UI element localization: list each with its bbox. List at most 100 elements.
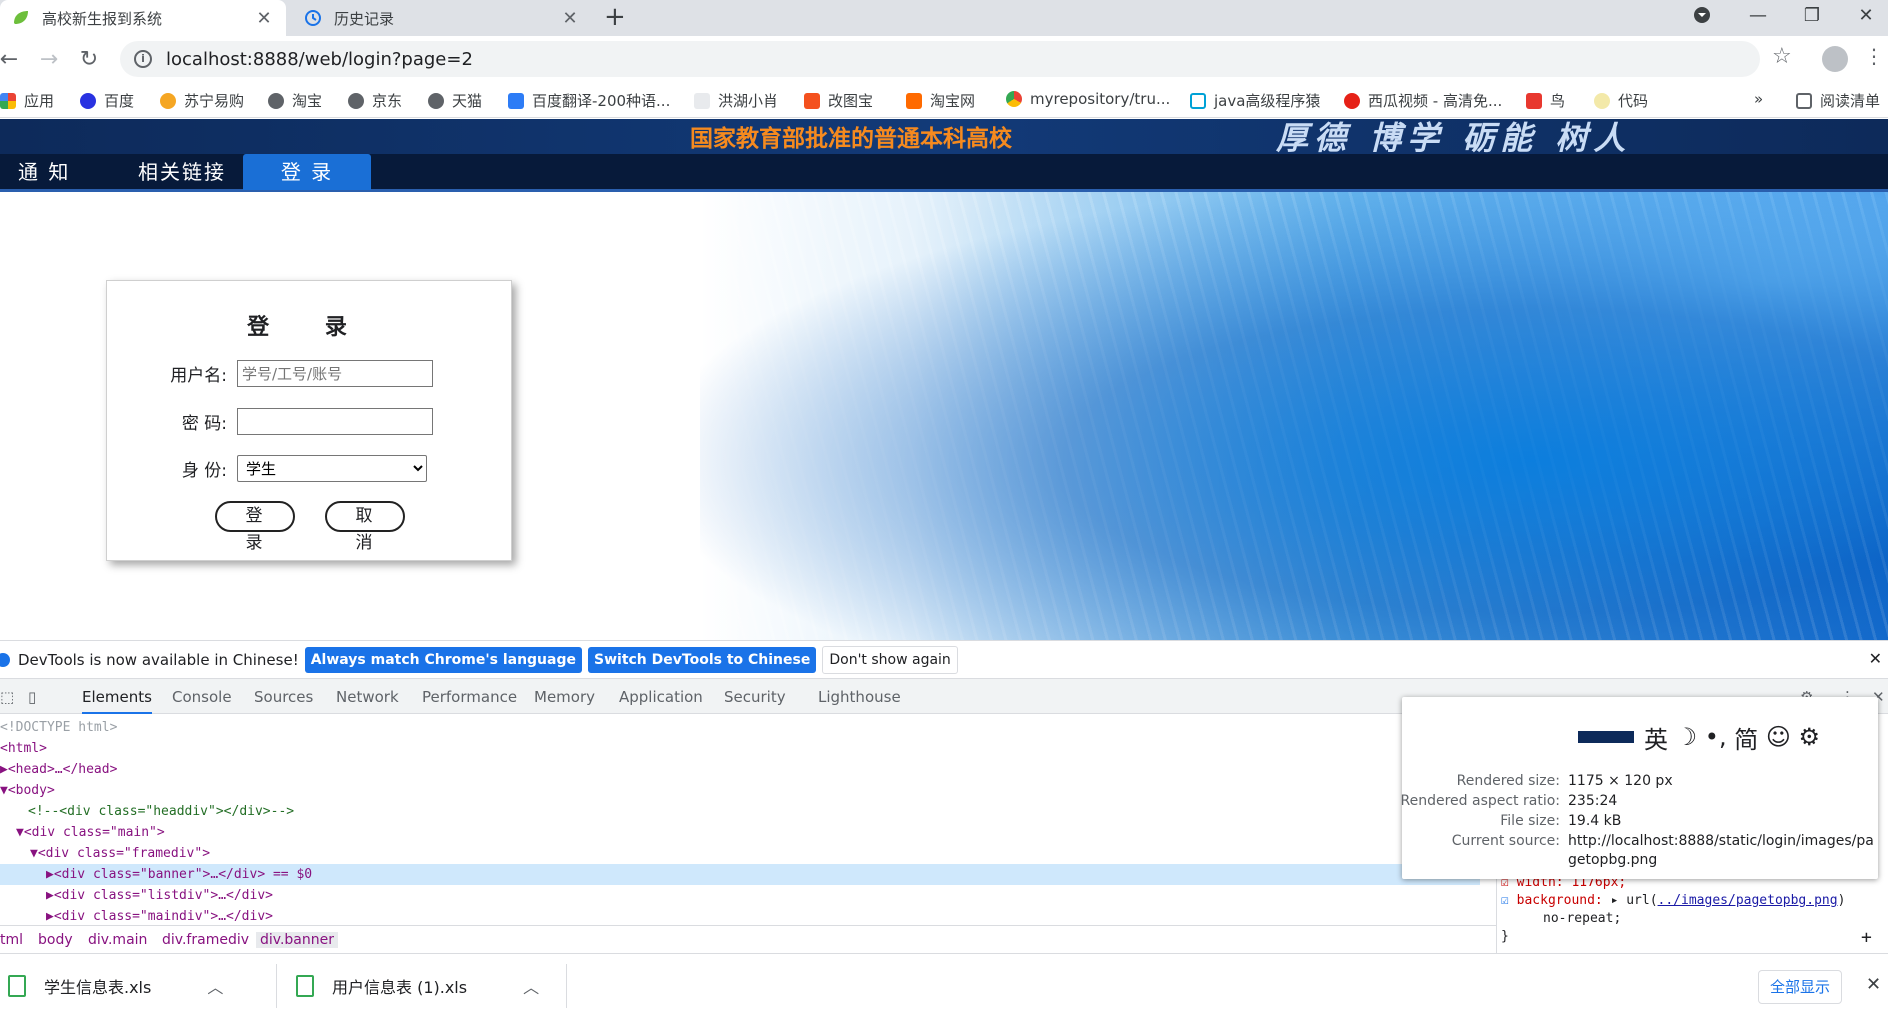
close-icon[interactable]: ✕: [1866, 974, 1881, 995]
inspect-icon[interactable]: ⬚: [0, 688, 14, 706]
source-label: Current source:: [1451, 833, 1560, 849]
login-button[interactable]: 登 录: [215, 501, 295, 553]
match-language-button[interactable]: Always match Chrome's language: [304, 646, 582, 673]
bookmark-item[interactable]: 淘宝: [268, 90, 322, 111]
username-input[interactable]: [237, 360, 433, 387]
dont-show-button[interactable]: Don't show again: [822, 645, 958, 674]
expand-triangle-icon[interactable]: ▶: [46, 867, 54, 882]
background-url-link[interactable]: ../images/pagetopbg.png: [1658, 893, 1838, 908]
profile-dropdown-icon[interactable]: [1680, 0, 1724, 30]
back-icon[interactable]: ←: [0, 44, 24, 74]
ime-english-icon[interactable]: 英: [1644, 720, 1668, 755]
expand-triangle-icon[interactable]: ▶: [46, 888, 54, 903]
window-close-icon[interactable]: ✕: [1844, 0, 1888, 30]
expand-triangle-icon[interactable]: ▶: [46, 909, 54, 924]
tab-security[interactable]: Security: [724, 688, 786, 706]
tab-memory[interactable]: Memory: [534, 688, 595, 706]
tab-network[interactable]: Network: [336, 688, 399, 706]
bookmark-star-icon[interactable]: ☆: [1772, 44, 1792, 69]
site-info-icon[interactable]: i: [134, 50, 152, 68]
download-item[interactable]: 学生信息表.xls ︿: [8, 954, 223, 1017]
cancel-button[interactable]: 取 消: [325, 501, 405, 553]
chevron-up-icon[interactable]: ︿: [207, 974, 223, 998]
nav-notice[interactable]: 通 知: [2, 154, 86, 190]
dom-node[interactable]: ▶<div class="listdiv">…</div>: [0, 885, 1480, 906]
avatar[interactable]: [1822, 46, 1848, 72]
nav-links[interactable]: 相关链接: [122, 154, 242, 190]
dom-node[interactable]: ▼<div class="main">: [0, 822, 1480, 843]
ime-simplified-icon[interactable]: 简: [1734, 720, 1758, 755]
tab-sources[interactable]: Sources: [254, 688, 313, 706]
role-select[interactable]: 学生: [237, 455, 427, 482]
collapse-triangle-icon[interactable]: ▼: [16, 825, 24, 840]
expand-triangle-icon[interactable]: ▶: [0, 762, 8, 777]
collapse-triangle-icon[interactable]: ▼: [0, 783, 8, 798]
menu-kebab-icon[interactable]: ⋮: [1864, 44, 1884, 68]
device-toggle-icon[interactable]: ▯: [28, 688, 36, 706]
bookmark-item[interactable]: 百度翻译-200种语...: [508, 90, 670, 111]
close-icon[interactable]: ✕: [254, 8, 274, 29]
reload-icon[interactable]: ↻: [74, 44, 104, 74]
ime-emoji-icon[interactable]: ☺: [1766, 723, 1791, 751]
bookmark-item[interactable]: 淘宝网: [906, 90, 975, 111]
dom-node[interactable]: ▼<div class="framediv">: [0, 843, 1480, 864]
nav-login[interactable]: 登 录: [243, 154, 371, 190]
bookmark-item[interactable]: 改图宝: [804, 90, 873, 111]
source-link-cont[interactable]: getopbg.png: [1568, 852, 1657, 868]
reading-list[interactable]: 阅读清单: [1796, 90, 1880, 111]
address-bar[interactable]: i localhost:8888/web/login?page=2: [120, 41, 1760, 77]
restore-icon[interactable]: ❐: [1790, 0, 1834, 30]
breadcrumb-item[interactable]: tml: [0, 932, 23, 948]
breadcrumb-item[interactable]: body: [38, 932, 73, 948]
breadcrumb-item[interactable]: div.main: [88, 932, 147, 948]
tab-lighthouse[interactable]: Lighthouse: [818, 688, 901, 706]
bookmark-item[interactable]: java高级程序猿: [1190, 90, 1320, 111]
dom-node[interactable]: <!DOCTYPE html>: [0, 717, 1480, 738]
tab-active[interactable]: 高校新生报到系统 ✕: [0, 0, 286, 36]
password-input[interactable]: [237, 408, 433, 435]
ime-punct-icon[interactable]: •,: [1705, 723, 1727, 751]
download-item[interactable]: 用户信息表 (1).xls ︿: [296, 954, 539, 1017]
breadcrumb-item-selected[interactable]: div.banner: [256, 932, 339, 948]
dom-node-selected[interactable]: ▶<div class="banner">…</div> == $0: [0, 864, 1480, 885]
tab-performance[interactable]: Performance: [422, 688, 517, 706]
bookmark-item[interactable]: myrepository/tru...: [1006, 90, 1170, 108]
add-rule-icon[interactable]: +: [1861, 927, 1872, 948]
forward-icon[interactable]: →: [34, 44, 64, 74]
tab-elements[interactable]: Elements: [82, 688, 152, 714]
ime-moon-icon[interactable]: ☽: [1676, 723, 1698, 751]
bookmark-item[interactable]: 鸟: [1526, 90, 1565, 111]
checkbox-icon[interactable]: ☑: [1501, 893, 1509, 908]
bookmark-item[interactable]: 京东: [348, 90, 402, 111]
collapse-triangle-icon[interactable]: ▼: [30, 846, 38, 861]
bookmark-item[interactable]: 西瓜视频 - 高清免...: [1344, 90, 1502, 111]
bookmark-item[interactable]: 苏宁易购: [160, 90, 244, 111]
style-background-rule[interactable]: ☑ background: ▸ url(../images/pagetopbg.…: [1501, 893, 1845, 908]
tab-console[interactable]: Console: [172, 688, 232, 706]
aspect-value: 235:24: [1568, 793, 1618, 809]
dom-comment[interactable]: <!--<div class="headdiv"></div>-->: [0, 801, 1480, 822]
bookmark-item[interactable]: 百度: [80, 90, 134, 111]
source-link[interactable]: http://localhost:8888/static/login/image…: [1568, 833, 1874, 849]
new-tab-button[interactable]: +: [604, 2, 626, 32]
minimize-icon[interactable]: —: [1736, 0, 1780, 30]
breadcrumb-item[interactable]: div.framediv: [162, 932, 249, 948]
close-icon[interactable]: ✕: [560, 8, 580, 29]
dom-node[interactable]: ▶<div class="maindiv">…</div>: [0, 906, 1480, 925]
dom-node[interactable]: <html>: [0, 738, 1480, 759]
bookmark-item[interactable]: 洪湖小肖: [694, 90, 778, 111]
dom-node[interactable]: ▶<head>…</head>: [0, 759, 1480, 780]
tab-history[interactable]: 历史记录 ✕: [292, 0, 592, 36]
bookmark-item[interactable]: 代码: [1594, 90, 1648, 111]
bookmark-apps[interactable]: 应用: [0, 90, 54, 111]
ime-settings-icon[interactable]: ⚙: [1799, 723, 1821, 751]
tab-application[interactable]: Application: [619, 688, 703, 706]
show-all-button[interactable]: 全部显示: [1758, 970, 1842, 1004]
dom-node[interactable]: ▼<body>: [0, 780, 1480, 801]
downloads-bar: 学生信息表.xls ︿ 用户信息表 (1).xls ︿ 全部显示 ✕: [0, 953, 1888, 1016]
chevron-up-icon[interactable]: ︿: [523, 974, 539, 998]
close-icon[interactable]: ✕: [1869, 649, 1882, 668]
bookmark-item[interactable]: 天猫: [428, 90, 482, 111]
switch-chinese-button[interactable]: Switch DevTools to Chinese: [588, 646, 817, 673]
bookmarks-overflow[interactable]: »: [1754, 90, 1763, 108]
